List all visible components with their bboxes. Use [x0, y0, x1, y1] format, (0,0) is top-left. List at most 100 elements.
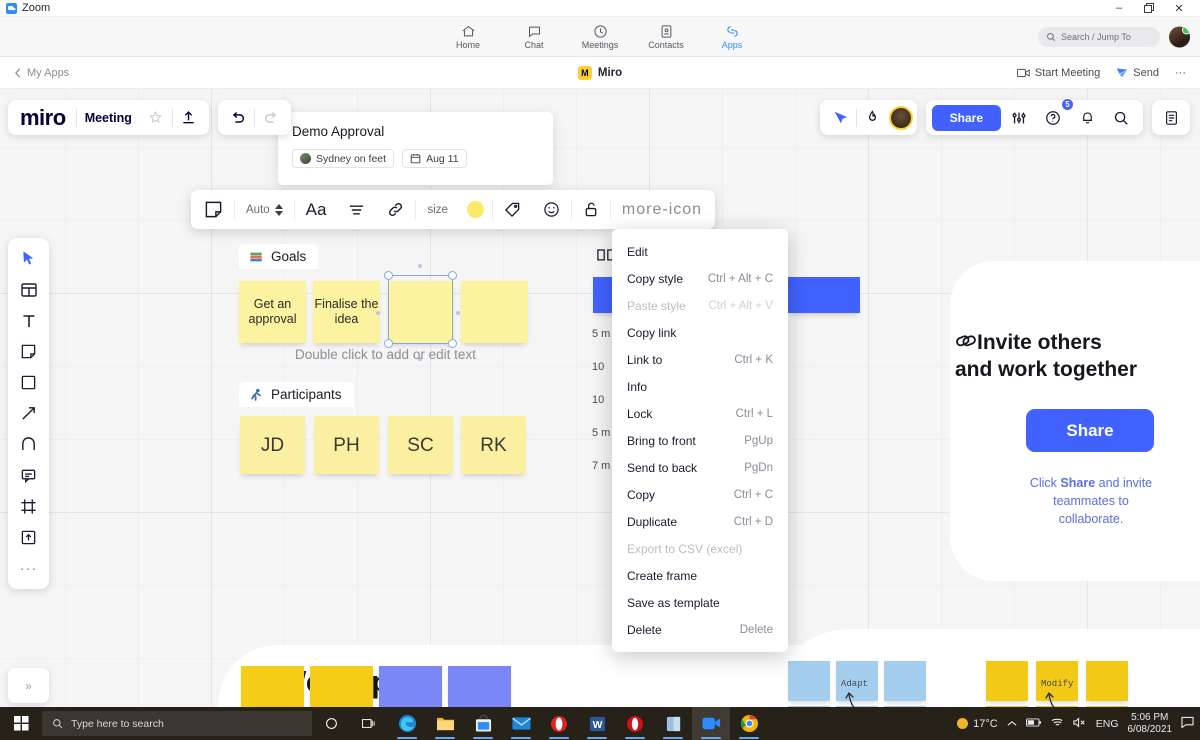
font-picker-icon[interactable]: Aa — [295, 190, 338, 229]
taskbar-app-mail[interactable] — [502, 707, 540, 740]
shapes-tool[interactable] — [14, 368, 44, 397]
sticky-note-icon[interactable] — [193, 190, 234, 229]
sliders-icon[interactable] — [1003, 102, 1035, 134]
sticky-participant-4[interactable]: RK — [461, 416, 526, 474]
demo-card-owner-chip[interactable]: Sydney on feet — [292, 149, 395, 168]
sticky-goal-4[interactable] — [461, 281, 528, 343]
sticky-participant-3[interactable]: SC — [388, 416, 453, 474]
search-icon[interactable] — [1105, 102, 1137, 134]
miro-logo[interactable]: miro — [12, 105, 76, 131]
taskbar-app-word[interactable]: W — [578, 707, 616, 740]
bell-icon[interactable] — [1071, 102, 1103, 134]
volume-icon[interactable] — [1073, 716, 1087, 731]
taskbar-app-file-explorer[interactable] — [426, 707, 464, 740]
workspace-sticky-4[interactable] — [448, 666, 511, 707]
selection-box[interactable] — [384, 271, 457, 348]
modify-sticky-3[interactable] — [1086, 661, 1128, 701]
subbar-more-button[interactable]: ··· — [1175, 67, 1186, 79]
context-menu-item-create-frame[interactable]: Create frame — [612, 562, 788, 589]
demo-approval-card[interactable]: Demo Approval Sydney on feet Aug 11 — [278, 112, 553, 185]
sticky-participant-1[interactable]: JD — [240, 416, 305, 474]
frame-label-goals[interactable]: Goals — [239, 244, 319, 269]
tag-icon[interactable] — [493, 190, 532, 229]
help-icon[interactable]: 5 — [1037, 97, 1074, 134]
fire-icon[interactable] — [857, 102, 889, 134]
sticky-goal-1[interactable]: Get an approval — [239, 281, 306, 343]
clock-widget[interactable]: 5:06 PM 6/08/2021 — [1128, 712, 1173, 736]
align-icon[interactable] — [337, 190, 376, 229]
context-menu-item-copy[interactable]: Copy Ctrl + C — [612, 481, 788, 508]
unlock-icon[interactable] — [572, 190, 610, 229]
context-menu-item-edit[interactable]: Edit — [612, 238, 788, 265]
start-meeting-button[interactable]: Start Meeting — [1016, 67, 1100, 79]
workspace-sticky-2[interactable] — [310, 666, 373, 707]
select-tool[interactable] — [14, 244, 44, 273]
anchor-dot-right[interactable] — [456, 311, 460, 315]
upload-tool[interactable] — [14, 523, 44, 552]
frame-tool[interactable] — [14, 492, 44, 521]
context-menu-item-copy-link[interactable]: Copy link — [612, 319, 788, 346]
workspace-sticky-3[interactable] — [379, 666, 442, 707]
invite-share-button[interactable]: Share — [1026, 409, 1154, 452]
board-name-label[interactable]: Meeting — [77, 111, 140, 125]
cortana-button[interactable] — [312, 707, 350, 740]
anchor-dot-left[interactable] — [376, 311, 380, 315]
network-icon[interactable] — [1051, 717, 1064, 731]
agenda-block-2[interactable] — [788, 277, 860, 313]
zoom-tab-meetings[interactable]: Meetings — [578, 24, 622, 50]
link-icon[interactable] — [376, 190, 415, 229]
taskbar-app-store[interactable] — [464, 707, 502, 740]
sticky-note-tool[interactable] — [14, 337, 44, 366]
modify-sticky-1[interactable] — [986, 661, 1028, 701]
stepper-arrows-icon[interactable] — [274, 203, 283, 216]
zoom-tab-home[interactable]: Home — [446, 24, 490, 50]
taskbar-app-opera-2[interactable] — [616, 707, 654, 740]
upload-icon[interactable] — [173, 102, 205, 134]
templates-tool[interactable] — [14, 275, 44, 304]
undo-icon[interactable] — [222, 102, 254, 134]
anchor-dot-top[interactable] — [418, 264, 422, 268]
avatar[interactable] — [888, 105, 913, 130]
resize-handle-tl[interactable] — [384, 271, 393, 280]
action-center-button[interactable] — [1181, 716, 1194, 731]
battery-icon[interactable] — [1025, 717, 1042, 730]
context-menu-item-link-to[interactable]: Link to Ctrl + K — [612, 346, 788, 373]
taskbar-app-chrome[interactable] — [730, 707, 768, 740]
demo-card-date-chip[interactable]: Aug 11 — [402, 149, 467, 168]
taskbar-app-edge[interactable] — [388, 707, 426, 740]
weather-widget[interactable]: 17°C — [957, 718, 998, 730]
star-icon[interactable] — [140, 102, 172, 134]
start-button[interactable] — [0, 707, 42, 740]
pen-tool[interactable] — [14, 430, 44, 459]
comment-tool[interactable] — [14, 461, 44, 490]
more-tools[interactable]: ··· — [14, 554, 44, 583]
resize-handle-tr[interactable] — [448, 271, 457, 280]
resize-handle-br[interactable] — [448, 339, 457, 348]
zoom-tab-contacts[interactable]: Contacts — [644, 24, 688, 50]
color-swatch-button[interactable] — [459, 190, 492, 229]
close-button[interactable]: ✕ — [1164, 0, 1194, 17]
restore-button[interactable] — [1134, 0, 1164, 17]
context-menu-item-send-to-back[interactable]: Send to back PgDn — [612, 454, 788, 481]
context-menu-item-copy-style[interactable]: Copy style Ctrl + Alt + C — [612, 265, 788, 292]
context-menu-item-delete[interactable]: Delete Delete — [612, 616, 788, 643]
taskbar-app-opera[interactable] — [540, 707, 578, 740]
context-menu-item-lock[interactable]: Lock Ctrl + L — [612, 400, 788, 427]
more-icon[interactable]: more-icon — [611, 190, 713, 229]
adapt-sticky-3[interactable] — [884, 661, 926, 701]
emoji-icon[interactable] — [532, 190, 571, 229]
font-size-auto-stepper[interactable]: Auto — [235, 190, 294, 229]
redo-icon[interactable] — [255, 102, 287, 134]
connector-tool[interactable] — [14, 399, 44, 428]
collapse-panel-button[interactable]: » — [8, 668, 49, 703]
taskbar-app-zoom[interactable] — [692, 707, 730, 740]
context-menu-item-save-as-template[interactable]: Save as template — [612, 589, 788, 616]
taskbar-search-box[interactable]: Type here to search — [42, 711, 312, 736]
context-menu-item-duplicate[interactable]: Duplicate Ctrl + D — [612, 508, 788, 535]
share-button[interactable]: Share — [931, 104, 1001, 131]
zoom-profile-avatar[interactable] — [1169, 26, 1190, 47]
context-menu-item-info[interactable]: Info — [612, 373, 788, 400]
send-button[interactable]: Send — [1116, 67, 1159, 79]
adapt-sticky-1[interactable] — [788, 661, 830, 701]
text-tool[interactable] — [14, 306, 44, 335]
